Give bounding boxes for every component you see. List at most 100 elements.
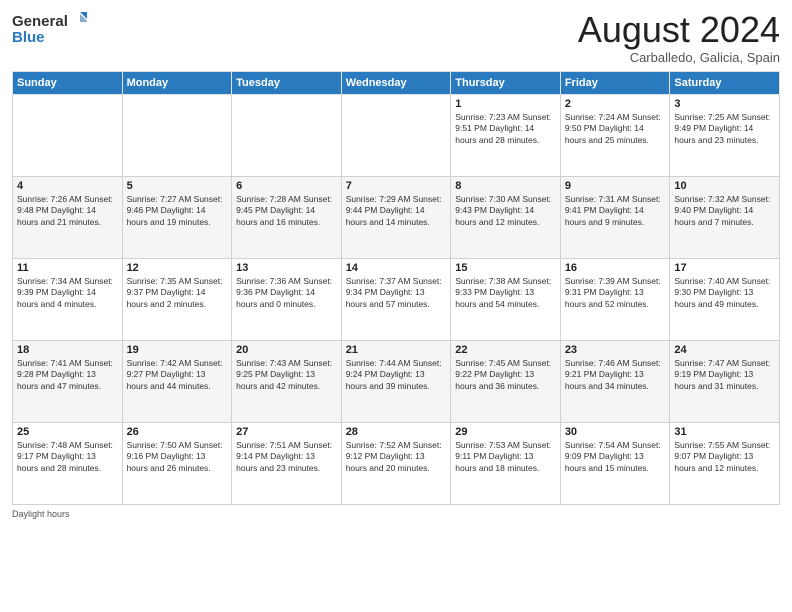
day-number: 21	[346, 344, 447, 356]
calendar-header-row: SundayMondayTuesdayWednesdayThursdayFrid…	[13, 71, 780, 94]
day-number: 27	[236, 426, 337, 438]
calendar-day-cell: 23 Sunrise: 7:46 AM Sunset: 9:21 PM Dayli…	[560, 340, 670, 422]
day-info: Sunrise: 7:53 AM Sunset: 9:11 PM Dayligh…	[455, 440, 556, 476]
calendar-day-cell: 25 Sunrise: 7:48 AM Sunset: 9:17 PM Dayli…	[13, 422, 123, 504]
day-info: Sunrise: 7:41 AM Sunset: 9:28 PM Dayligh…	[17, 358, 118, 394]
day-number: 25	[17, 426, 118, 438]
day-info: Sunrise: 7:42 AM Sunset: 9:27 PM Dayligh…	[127, 358, 228, 394]
day-number: 31	[674, 426, 775, 438]
logo: General Blue	[12, 10, 87, 48]
day-info: Sunrise: 7:55 AM Sunset: 9:07 PM Dayligh…	[674, 440, 775, 476]
title-block: August 2024 Carballedo, Galicia, Spain	[578, 10, 780, 65]
calendar-day-cell: 2Sunrise: 7:24 AM Sunset: 9:50 PM Daylig…	[560, 94, 670, 176]
day-number: 5	[127, 180, 228, 192]
day-info: Sunrise: 7:39 AM Sunset: 9:31 PM Dayligh…	[565, 276, 666, 312]
day-number: 26	[127, 426, 228, 438]
day-number: 24	[674, 344, 775, 356]
day-info: Sunrise: 7:31 AM Sunset: 9:41 PM Dayligh…	[565, 194, 666, 230]
calendar-day-cell: 20 Sunrise: 7:43 AM Sunset: 9:25 PM Dayli…	[232, 340, 342, 422]
calendar-day-cell: 19 Sunrise: 7:42 AM Sunset: 9:27 PM Dayli…	[122, 340, 232, 422]
day-info: Sunrise: 7:37 AM Sunset: 9:34 PM Dayligh…	[346, 276, 447, 312]
day-info: Sunrise: 7:47 AM Sunset: 9:19 PM Dayligh…	[674, 358, 775, 394]
calendar-table: SundayMondayTuesdayWednesdayThursdayFrid…	[12, 71, 780, 505]
day-info: Sunrise: 7:43 AM Sunset: 9:25 PM Dayligh…	[236, 358, 337, 394]
calendar-day-cell: 6Sunrise: 7:28 AM Sunset: 9:45 PM Daylig…	[232, 176, 342, 258]
calendar-week-row: 18 Sunrise: 7:41 AM Sunset: 9:28 PM Dayli…	[13, 340, 780, 422]
calendar-week-row: 1Sunrise: 7:23 AM Sunset: 9:51 PM Daylig…	[13, 94, 780, 176]
day-number: 11	[17, 262, 118, 274]
day-info: Sunrise: 7:38 AM Sunset: 9:33 PM Dayligh…	[455, 276, 556, 312]
day-number: 19	[127, 344, 228, 356]
calendar-day-cell: 5 Sunrise: 7:27 AM Sunset: 9:46 PM Daylig…	[122, 176, 232, 258]
calendar-day-cell: 26 Sunrise: 7:50 AM Sunset: 9:16 PM Dayli…	[122, 422, 232, 504]
calendar-day-cell: 4Sunrise: 7:26 AM Sunset: 9:48 PM Daylig…	[13, 176, 123, 258]
day-number: 7	[346, 180, 447, 192]
day-info: Sunrise: 7:44 AM Sunset: 9:24 PM Dayligh…	[346, 358, 447, 394]
day-info: Sunrise: 7:30 AM Sunset: 9:43 PM Dayligh…	[455, 194, 556, 230]
calendar-day-cell: 31 Sunrise: 7:55 AM Sunset: 9:07 PM Dayli…	[670, 422, 780, 504]
day-info: Sunrise: 7:25 AM Sunset: 9:49 PM Dayligh…	[674, 112, 775, 148]
day-number: 16	[565, 262, 666, 274]
day-info: Sunrise: 7:35 AM Sunset: 9:37 PM Dayligh…	[127, 276, 228, 312]
day-number: 23	[565, 344, 666, 356]
calendar-footer: Daylight hours	[12, 509, 780, 519]
day-number: 12	[127, 262, 228, 274]
day-info: Sunrise: 7:36 AM Sunset: 9:36 PM Dayligh…	[236, 276, 337, 312]
calendar-day-cell: 17 Sunrise: 7:40 AM Sunset: 9:30 PM Dayli…	[670, 258, 780, 340]
day-info: Sunrise: 7:29 AM Sunset: 9:44 PM Dayligh…	[346, 194, 447, 230]
day-number: 10	[674, 180, 775, 192]
calendar-day-cell: 13Sunrise: 7:36 AM Sunset: 9:36 PM Dayli…	[232, 258, 342, 340]
location-subtitle: Carballedo, Galicia, Spain	[578, 50, 780, 65]
calendar-day-cell: 7 Sunrise: 7:29 AM Sunset: 9:44 PM Daylig…	[341, 176, 451, 258]
svg-text:General: General	[12, 13, 68, 30]
day-of-week-header: Thursday	[451, 71, 561, 94]
calendar-day-cell: 29 Sunrise: 7:53 AM Sunset: 9:11 PM Dayli…	[451, 422, 561, 504]
calendar-day-cell: 22 Sunrise: 7:45 AM Sunset: 9:22 PM Dayli…	[451, 340, 561, 422]
day-of-week-header: Monday	[122, 71, 232, 94]
day-number: 14	[346, 262, 447, 274]
day-number: 28	[346, 426, 447, 438]
day-number: 3	[674, 98, 775, 110]
calendar-day-cell: 3 Sunrise: 7:25 AM Sunset: 9:49 PM Daylig…	[670, 94, 780, 176]
calendar-day-cell	[341, 94, 451, 176]
day-number: 8	[455, 180, 556, 192]
day-info: Sunrise: 7:40 AM Sunset: 9:30 PM Dayligh…	[674, 276, 775, 312]
day-number: 17	[674, 262, 775, 274]
day-number: 2	[565, 98, 666, 110]
day-info: Sunrise: 7:52 AM Sunset: 9:12 PM Dayligh…	[346, 440, 447, 476]
day-number: 29	[455, 426, 556, 438]
day-info: Sunrise: 7:27 AM Sunset: 9:46 PM Dayligh…	[127, 194, 228, 230]
calendar-day-cell: 12 Sunrise: 7:35 AM Sunset: 9:37 PM Dayli…	[122, 258, 232, 340]
logo-svg: General Blue	[12, 10, 87, 48]
calendar-week-row: 25 Sunrise: 7:48 AM Sunset: 9:17 PM Dayli…	[13, 422, 780, 504]
day-number: 18	[17, 344, 118, 356]
day-number: 4	[17, 180, 118, 192]
day-number: 9	[565, 180, 666, 192]
day-number: 6	[236, 180, 337, 192]
day-info: Sunrise: 7:23 AM Sunset: 9:51 PM Dayligh…	[455, 112, 556, 148]
day-number: 30	[565, 426, 666, 438]
day-info: Sunrise: 7:48 AM Sunset: 9:17 PM Dayligh…	[17, 440, 118, 476]
calendar-day-cell: 21 Sunrise: 7:44 AM Sunset: 9:24 PM Dayli…	[341, 340, 451, 422]
day-info: Sunrise: 7:51 AM Sunset: 9:14 PM Dayligh…	[236, 440, 337, 476]
calendar-week-row: 4Sunrise: 7:26 AM Sunset: 9:48 PM Daylig…	[13, 176, 780, 258]
day-info: Sunrise: 7:54 AM Sunset: 9:09 PM Dayligh…	[565, 440, 666, 476]
day-number: 20	[236, 344, 337, 356]
daylight-hours-label: Daylight hours	[12, 509, 70, 519]
calendar-day-cell: 1Sunrise: 7:23 AM Sunset: 9:51 PM Daylig…	[451, 94, 561, 176]
calendar-day-cell: 14 Sunrise: 7:37 AM Sunset: 9:34 PM Dayli…	[341, 258, 451, 340]
calendar-day-cell: 24 Sunrise: 7:47 AM Sunset: 9:19 PM Dayli…	[670, 340, 780, 422]
calendar-day-cell: 28 Sunrise: 7:52 AM Sunset: 9:12 PM Dayli…	[341, 422, 451, 504]
calendar-day-cell	[232, 94, 342, 176]
day-info: Sunrise: 7:50 AM Sunset: 9:16 PM Dayligh…	[127, 440, 228, 476]
calendar-day-cell: 16 Sunrise: 7:39 AM Sunset: 9:31 PM Dayli…	[560, 258, 670, 340]
day-of-week-header: Wednesday	[341, 71, 451, 94]
svg-text:Blue: Blue	[12, 29, 45, 46]
day-of-week-header: Friday	[560, 71, 670, 94]
page-header: General Blue August 2024 Carballedo, Gal…	[12, 10, 780, 65]
month-year-title: August 2024	[578, 10, 780, 50]
calendar-day-cell	[122, 94, 232, 176]
day-info: Sunrise: 7:46 AM Sunset: 9:21 PM Dayligh…	[565, 358, 666, 394]
day-info: Sunrise: 7:45 AM Sunset: 9:22 PM Dayligh…	[455, 358, 556, 394]
day-number: 22	[455, 344, 556, 356]
